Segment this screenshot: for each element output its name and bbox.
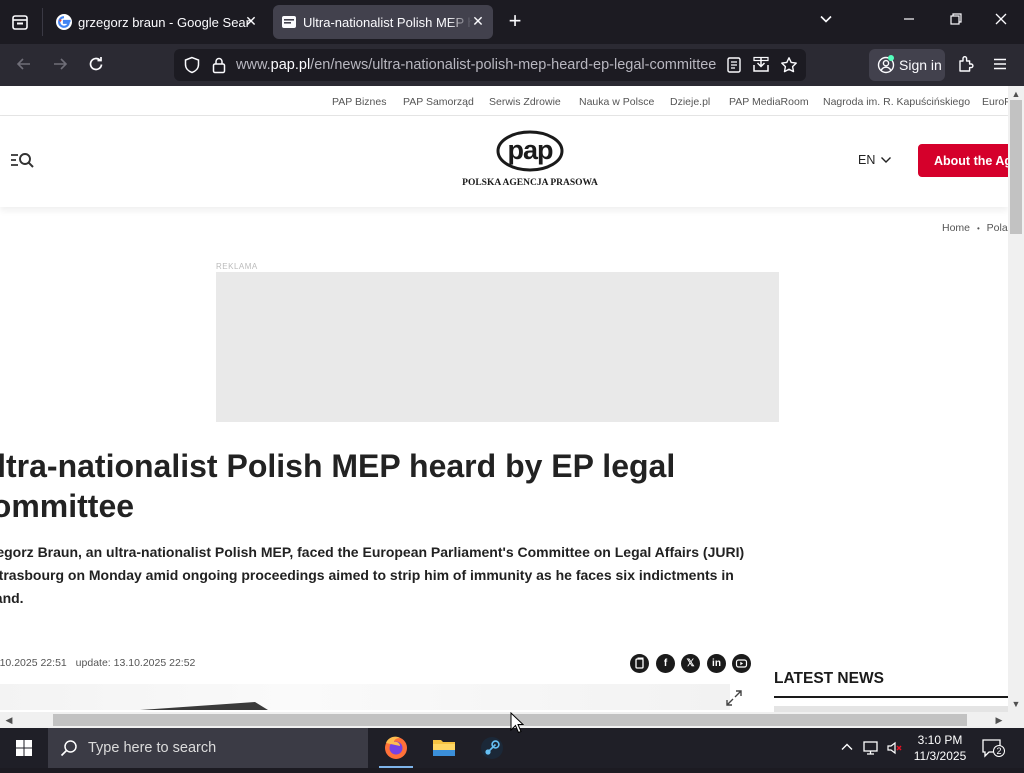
about-the-agency-button[interactable]: About the Age — [918, 144, 1019, 177]
breadcrumb-separator: • — [976, 224, 980, 233]
tab-separator — [42, 8, 43, 36]
tab-list-chevron-icon[interactable] — [816, 12, 836, 32]
tracking-protection-icon[interactable] — [183, 56, 201, 74]
network-icon[interactable] — [862, 740, 880, 756]
tab-google-search[interactable]: grzegorz braun - Google Search ✕ — [48, 5, 266, 39]
url-host: pap.pl — [270, 57, 311, 73]
breadcrumb-home[interactable]: Home — [942, 222, 970, 234]
notification-count: 2 — [993, 745, 1005, 757]
latest-news-heading: LATEST NEWS — [774, 670, 884, 687]
ad-label: REKLAMA — [216, 262, 258, 271]
restore-icon[interactable] — [946, 12, 966, 32]
search-placeholder: Type here to search — [88, 740, 217, 756]
url-prefix: www. — [236, 57, 271, 73]
url-bar[interactable]: www.pap.pl/en/news/ultra-nationalist-pol… — [174, 49, 806, 81]
taskbar-search[interactable]: Type here to search — [48, 728, 368, 768]
service-link[interactable]: PAP Samorząd — [403, 96, 474, 108]
tab-title: grzegorz braun - Google Search — [78, 15, 250, 30]
save-to-pocket-icon[interactable] — [752, 56, 770, 74]
youtube-icon[interactable] — [732, 654, 751, 673]
service-link[interactable]: Nagroda im. R. Kapuścińskiego — [823, 96, 970, 108]
forward-icon[interactable] — [50, 55, 70, 75]
back-icon[interactable] — [14, 55, 34, 75]
pap-favicon — [281, 14, 297, 30]
reader-view-icon[interactable] — [725, 56, 743, 74]
facebook-icon[interactable]: f — [656, 654, 675, 673]
file-explorer-icon[interactable] — [421, 728, 467, 768]
system-clock[interactable]: 3:10 PM 11/3/2025 — [910, 732, 970, 764]
chevron-down-icon — [880, 154, 892, 169]
app-menu-icon[interactable] — [990, 55, 1010, 75]
service-link[interactable]: PAP MediaRoom — [729, 96, 809, 108]
google-icon — [56, 14, 72, 30]
x-icon[interactable]: 𝕏 — [681, 654, 700, 673]
tab-pap-article[interactable]: Ultra-nationalist Polish MEP heard by EP… — [273, 5, 493, 39]
close-window-icon[interactable] — [991, 12, 1011, 32]
reload-icon[interactable] — [86, 55, 106, 75]
start-button[interactable] — [0, 728, 48, 768]
close-tab-icon[interactable]: ✕ — [471, 14, 485, 28]
search-icon — [60, 739, 78, 762]
vertical-scroll-thumb[interactable] — [1010, 100, 1022, 234]
logo-text: pap — [507, 135, 553, 165]
tab-title: Ultra-nationalist Polish MEP heard by EP… — [303, 15, 473, 30]
latest-news-divider — [774, 696, 1008, 698]
language-label: EN — [858, 153, 876, 167]
article-headline: Ultra-nationalist Polish MEP heard by EP… — [0, 448, 676, 524]
page-viewport: PAP Biznes PAP Samorząd Serwis Zdrowie N… — [0, 86, 1024, 728]
breadcrumb: Home • Polan — [942, 222, 1014, 234]
url-text[interactable]: www.pap.pl/en/news/ultra-nationalist-pol… — [236, 57, 716, 73]
extensions-icon[interactable] — [956, 55, 976, 75]
clock-time: 3:10 PM — [917, 733, 963, 747]
article-lead: Grzegorz Braun, an ultra-nationalist Pol… — [0, 544, 745, 606]
service-link[interactable]: Serwis Zdrowie — [489, 96, 561, 108]
volume-muted-icon[interactable] — [886, 740, 904, 756]
mouse-cursor-icon — [510, 711, 525, 734]
scroll-right-icon[interactable]: ▶ — [992, 714, 1006, 726]
close-tab-icon[interactable]: ✕ — [244, 14, 258, 28]
scroll-down-icon[interactable]: ▼ — [1009, 698, 1023, 710]
notification-center-icon[interactable]: 2 — [981, 738, 1005, 758]
lock-icon[interactable] — [210, 56, 228, 74]
navigation-toolbar: www.pap.pl/en/news/ultra-nationalist-pol… — [0, 44, 1024, 86]
sign-in-button[interactable]: Sign in — [869, 49, 945, 81]
linkedin-icon[interactable]: in — [707, 654, 726, 673]
tab-bar: grzegorz braun - Google Search ✕ Ultra-n… — [0, 0, 1024, 44]
pap-logo[interactable]: pap POLSKA AGENCJA PRASOWA — [462, 130, 598, 190]
update-label: update: — [75, 657, 111, 669]
language-selector[interactable]: EN — [858, 153, 891, 167]
expand-image-icon[interactable] — [724, 688, 744, 708]
show-hidden-icons-chevron-icon[interactable] — [838, 740, 856, 756]
scroll-left-icon[interactable]: ◀ — [2, 714, 16, 726]
published-date: 13.10.2025 22:51 — [0, 657, 67, 669]
new-tab-icon[interactable]: + — [506, 10, 524, 32]
clock-date: 11/3/2025 — [913, 749, 967, 763]
logo-subtitle: POLSKA AGENCJA PRASOWA — [462, 178, 598, 188]
firefox-icon[interactable] — [373, 728, 419, 768]
ad-placeholder — [216, 272, 779, 422]
service-link[interactable]: Nauka w Polsce — [579, 96, 654, 108]
menu-search-icon[interactable] — [10, 150, 36, 170]
steam-icon[interactable] — [469, 728, 515, 768]
updated-date: 13.10.2025 22:52 — [113, 657, 196, 669]
url-path: /en/news/ultra-nationalist-polish-mep-he… — [310, 57, 717, 73]
tab-overview-icon[interactable] — [10, 12, 30, 32]
site-header: pap POLSKA AGENCJA PRASOWA EN About the … — [0, 116, 1019, 207]
service-link[interactable]: PAP Biznes — [332, 96, 386, 108]
sign-in-label: Sign in — [899, 57, 942, 73]
notification-dot — [888, 55, 894, 61]
scroll-up-icon[interactable]: ▲ — [1009, 88, 1023, 100]
bookmark-star-icon[interactable] — [780, 56, 798, 74]
service-links-bar: PAP Biznes PAP Samorząd Serwis Zdrowie N… — [0, 86, 1011, 116]
minimize-icon[interactable] — [899, 12, 919, 32]
service-link[interactable]: EuroP — [982, 96, 1011, 108]
article-dates: 13.10.2025 22:51 update: 13.10.2025 22:5… — [0, 657, 195, 669]
copy-link-icon[interactable] — [630, 654, 649, 673]
service-link[interactable]: Dzieje.pl — [670, 96, 710, 108]
about-label: About the Age — [934, 154, 1019, 168]
article-image — [0, 684, 730, 710]
